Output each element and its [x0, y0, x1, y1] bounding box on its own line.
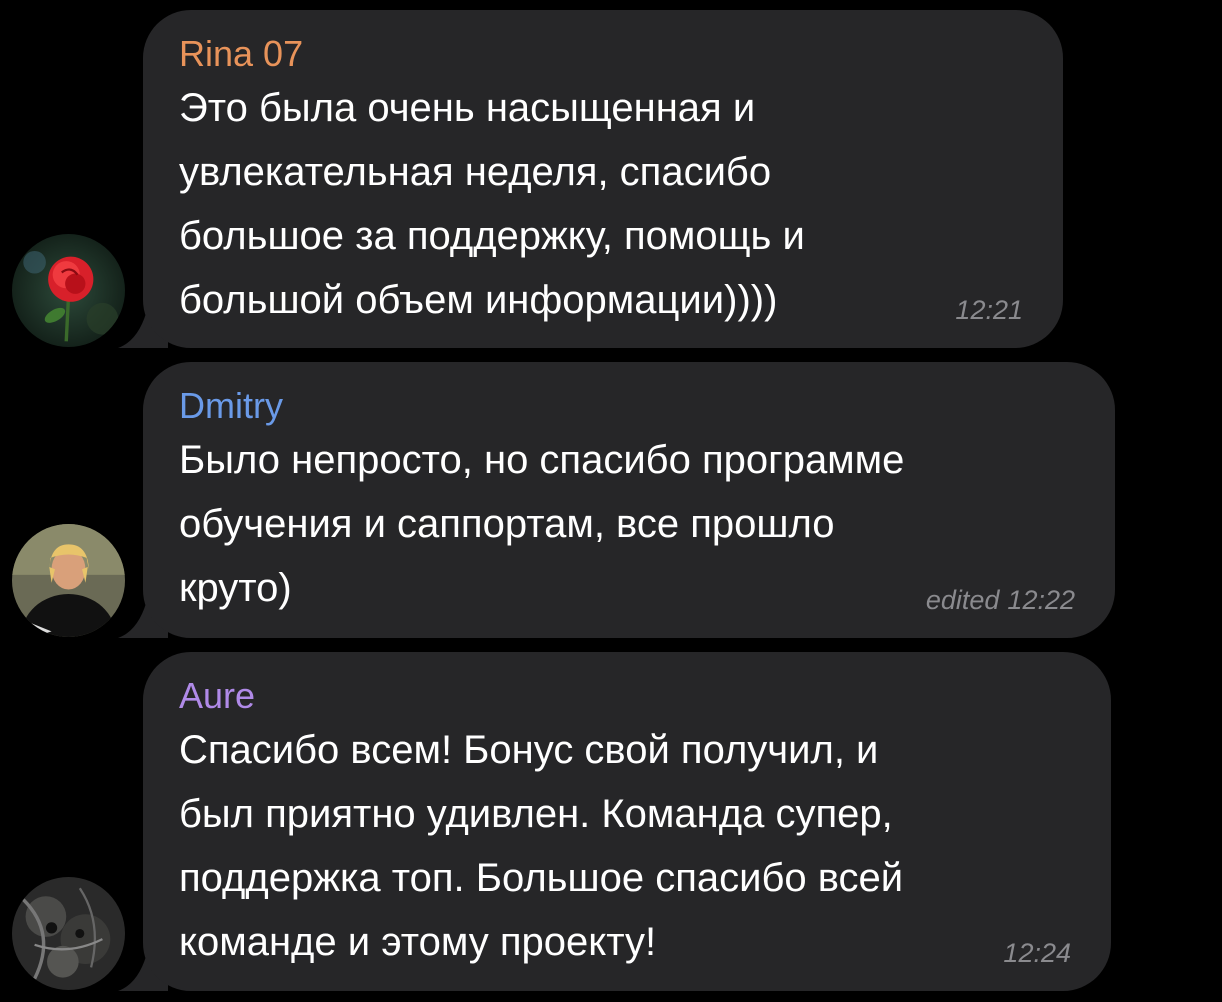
person-avatar-image [12, 524, 125, 637]
edited-label: edited [925, 585, 1000, 615]
rose-avatar-image [12, 234, 125, 347]
sender-name[interactable]: Dmitry [179, 384, 1079, 428]
avatar[interactable] [12, 234, 125, 347]
message-time: edited 12:22 [926, 585, 1075, 616]
message-time: 12:21 [955, 295, 1023, 325]
chat-history: Rina 07 Это была очень насыщенная и увле… [0, 0, 1222, 1002]
message-time-value: 12:22 [1007, 585, 1075, 615]
sender-name[interactable]: Aure [179, 674, 1075, 718]
avatar[interactable] [12, 524, 125, 637]
message-text: Это была очень насыщенная и увлекательна… [179, 86, 805, 322]
dark-abstract-avatar-image [12, 877, 125, 990]
sender-name[interactable]: Rina 07 [179, 32, 1027, 76]
message-text: Спасибо всем! Бонус свой получил, и был … [179, 728, 904, 964]
avatar[interactable] [12, 877, 125, 990]
message-bubble[interactable]: Rina 07 Это была очень насыщенная и увле… [143, 10, 1063, 348]
message-bubble[interactable]: Aure Спасибо всем! Бонус свой получил, и… [143, 652, 1111, 991]
message-time: 12:24 [1003, 938, 1071, 968]
message-bubble[interactable]: Dmitry Было непросто, но спасибо програм… [143, 362, 1115, 638]
